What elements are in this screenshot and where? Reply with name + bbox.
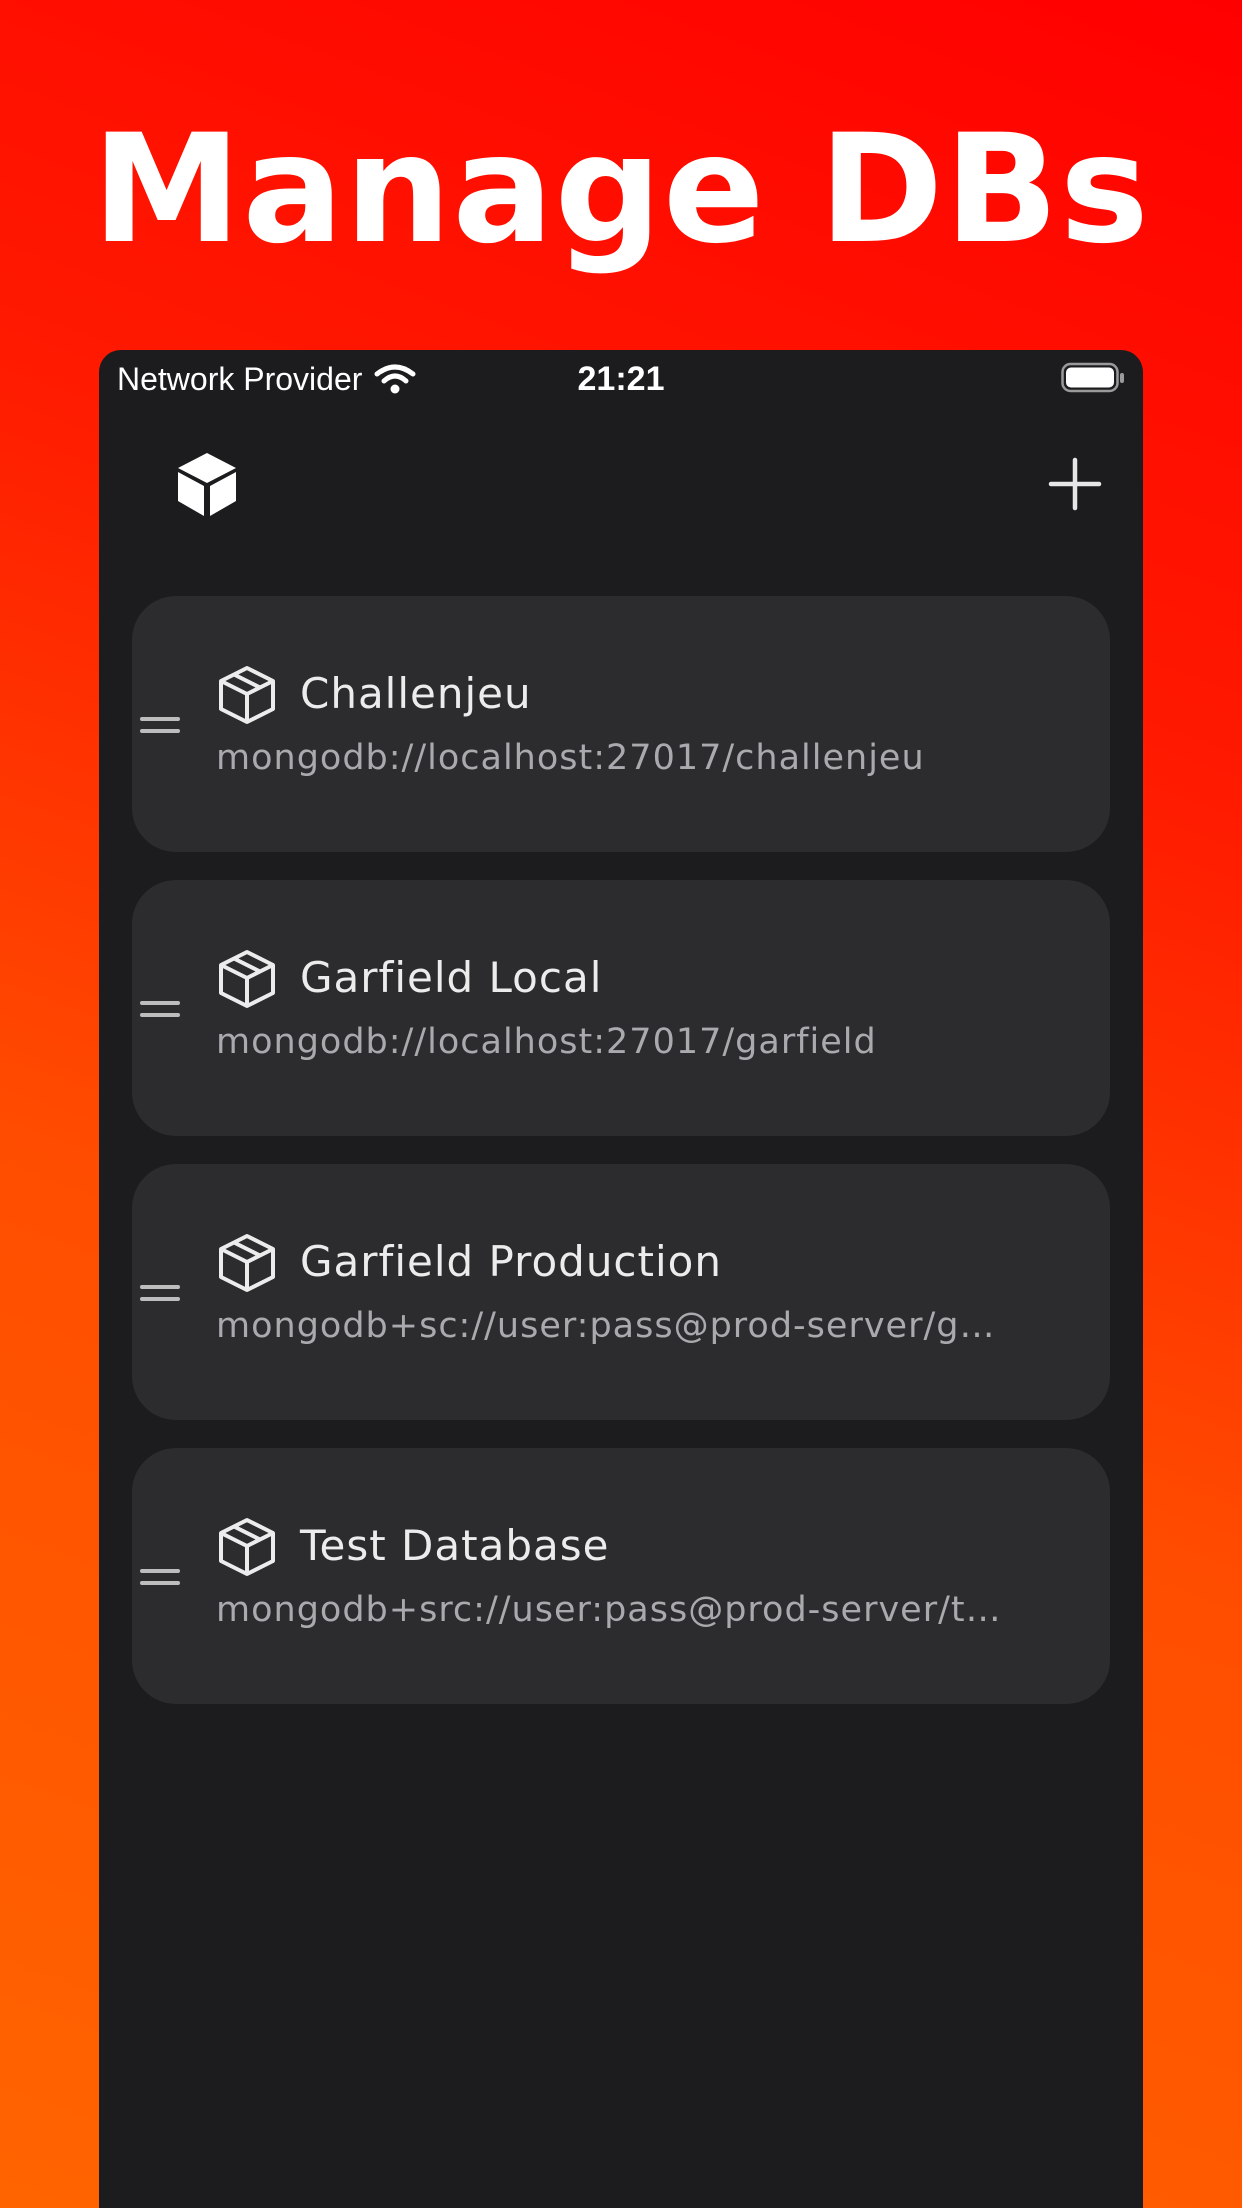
cube-outline-icon (219, 950, 275, 1008)
database-name: Challenjeu (300, 669, 532, 718)
database-name: Garfield Local (300, 953, 603, 1002)
add-database-button[interactable] (1047, 456, 1103, 512)
status-bar: Network Provider 21:21 (99, 350, 1143, 410)
cube-outline-icon (219, 1234, 275, 1292)
database-name: Garfield Production (300, 1237, 722, 1286)
drag-handle-icon[interactable] (140, 1564, 180, 1590)
cube-outline-icon (219, 666, 275, 724)
headline: Manage DBs (92, 103, 1150, 277)
database-card[interactable]: Garfield Production mongodb+sc://user:pa… (132, 1164, 1110, 1420)
phone-screen: Network Provider 21:21 Challenjeu mongod… (99, 350, 1143, 2208)
database-uri: mongodb://localhost:27017/challenjeu (216, 738, 925, 778)
drag-handle-icon[interactable] (140, 996, 180, 1022)
database-uri: mongodb://localhost:27017/garfield (216, 1022, 877, 1062)
carrier-label: Network Provider (117, 361, 363, 397)
database-card[interactable]: Challenjeu mongodb://localhost:27017/cha… (132, 596, 1110, 852)
drag-handle-icon[interactable] (140, 1280, 180, 1306)
database-list: Challenjeu mongodb://localhost:27017/cha… (132, 596, 1110, 1732)
cube-outline-icon (219, 1518, 275, 1576)
database-uri: mongodb+sc://user:pass@prod-server/g… (216, 1306, 996, 1346)
database-card[interactable]: Garfield Local mongodb://localhost:27017… (132, 880, 1110, 1136)
drag-handle-icon[interactable] (140, 712, 180, 738)
wifi-icon (374, 364, 416, 394)
database-uri: mongodb+src://user:pass@prod-server/t… (216, 1590, 1002, 1630)
cube-icon[interactable] (175, 450, 239, 518)
database-card[interactable]: Test Database mongodb+src://user:pass@pr… (132, 1448, 1110, 1704)
battery-icon (1061, 362, 1124, 393)
database-name: Test Database (300, 1521, 610, 1570)
carrier-area: Network Provider (117, 359, 416, 399)
clock-text: 21:21 (577, 360, 665, 398)
